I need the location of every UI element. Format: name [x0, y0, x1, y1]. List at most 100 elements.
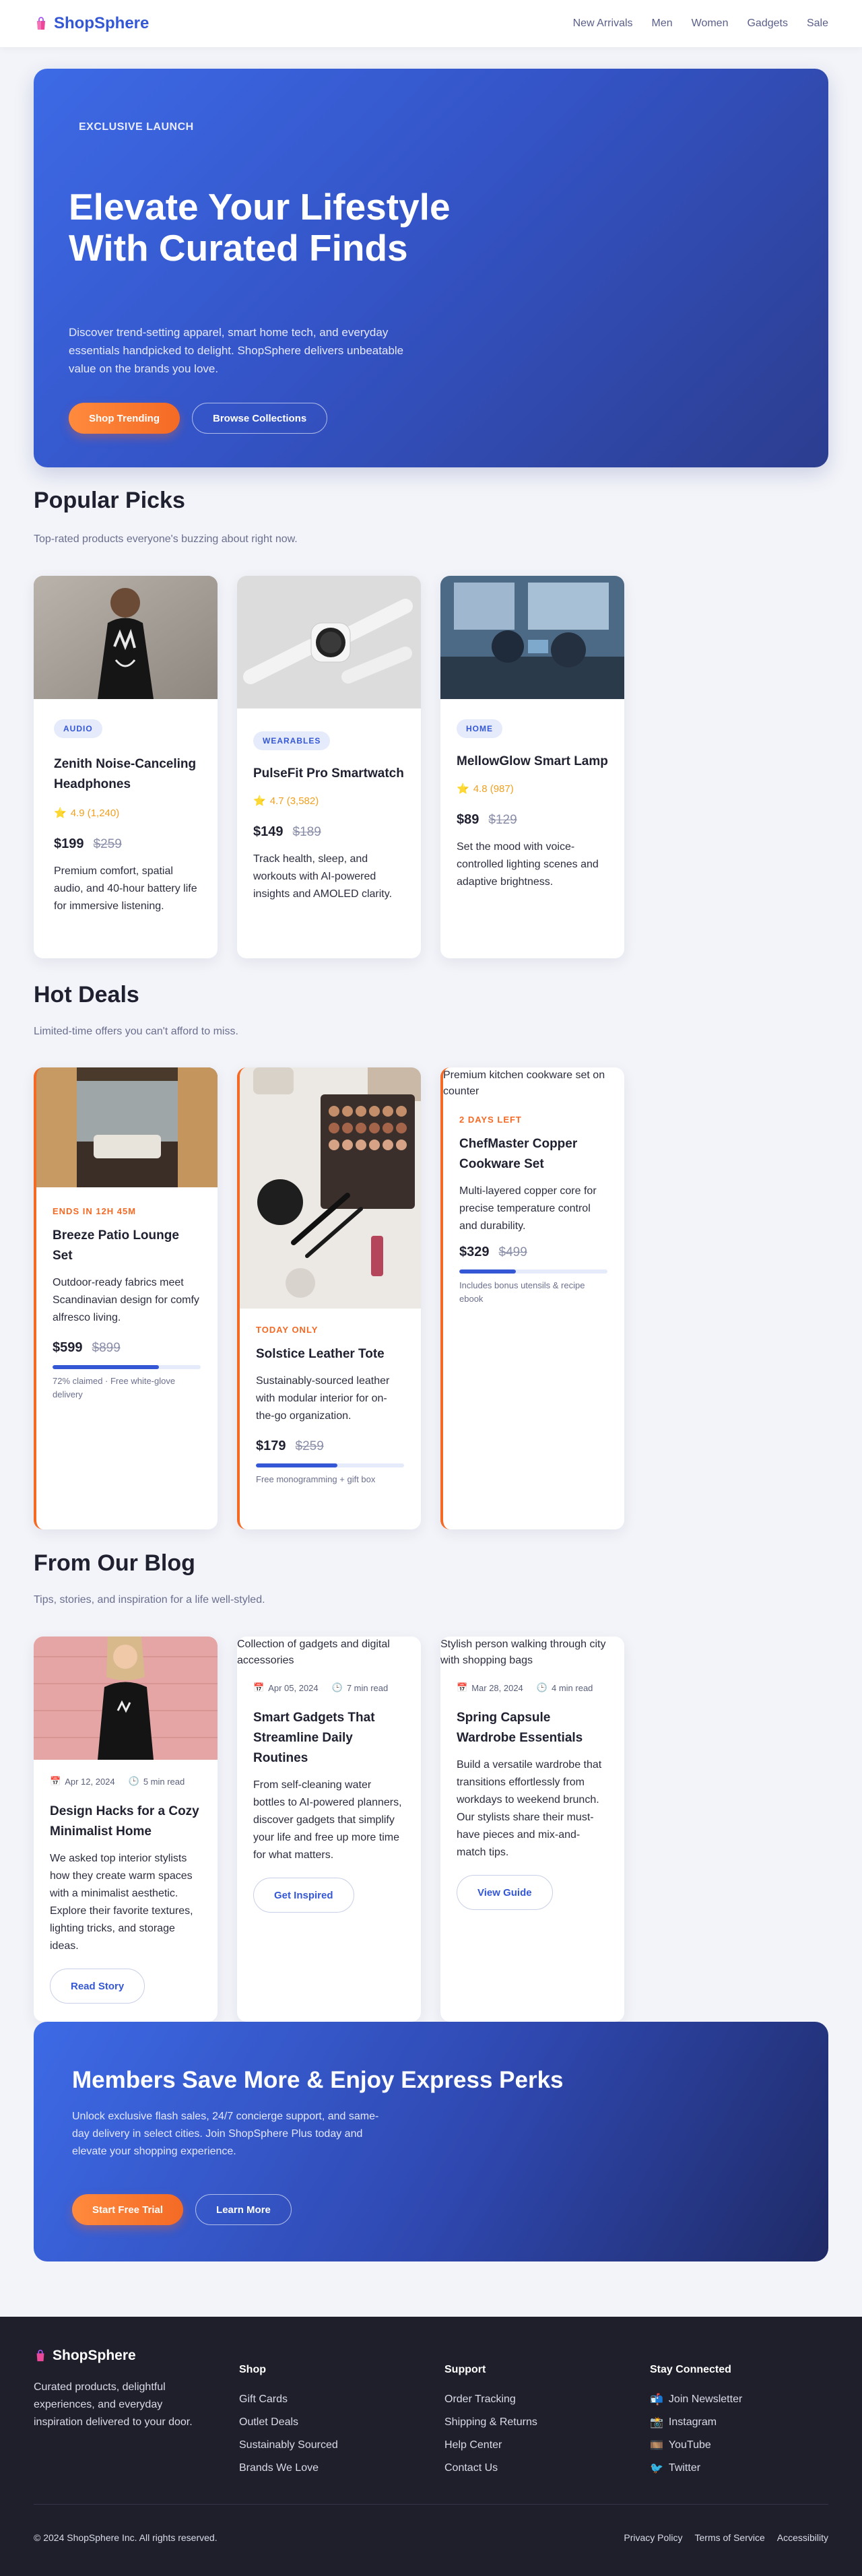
product-price: $89: [457, 812, 479, 827]
original-price: $189: [292, 825, 321, 839]
product-name[interactable]: PulseFit Pro Smartwatch: [253, 764, 405, 784]
deal-image: [240, 1067, 421, 1309]
post-title[interactable]: Design Hacks for a Cozy Minimalist Home: [50, 1802, 201, 1842]
post-title[interactable]: Spring Capsule Wardrobe Essentials: [457, 1708, 608, 1748]
product-image: [237, 576, 421, 708]
blog-card[interactable]: Collection of gadgets and digital access…: [237, 1637, 421, 2022]
footer-support-column: Support Order Tracking Shipping & Return…: [444, 2364, 537, 2480]
hero-eyebrow: EXCLUSIVE LAUNCH: [79, 121, 194, 133]
original-price: $259: [295, 1439, 324, 1453]
footer-link-help-center[interactable]: Help Center: [444, 2434, 537, 2457]
members-title: Members Save More & Enjoy Express Perks: [72, 2067, 564, 2093]
deal-card[interactable]: Premium kitchen cookware set on counter …: [440, 1067, 624, 1529]
footer-tagline: Curated products, delightful experiences…: [34, 2381, 193, 2428]
deal-name[interactable]: Solstice Leather Tote: [256, 1344, 405, 1364]
product-name[interactable]: Zenith Noise-Canceling Headphones: [54, 754, 197, 795]
deal-name[interactable]: ChefMaster Copper Cookware Set: [459, 1134, 608, 1175]
footer-link-brands[interactable]: Brands We Love: [239, 2457, 338, 2480]
start-free-trial-button[interactable]: Start Free Trial: [72, 2194, 184, 2225]
hero-banner: EXCLUSIVE LAUNCH Elevate Your Lifestyle …: [34, 69, 828, 467]
footer-link-instagram[interactable]: 📸 Instagram: [650, 2411, 742, 2434]
footer-link-label: YouTube: [668, 2439, 711, 2451]
image-alt-text: Collection of gadgets and digital access…: [237, 1639, 390, 1666]
calendar-icon: 📅: [253, 1682, 265, 1692]
product-card[interactable]: AUDIO Zenith Noise-Canceling Headphones …: [34, 576, 218, 958]
footer-link-gift-cards[interactable]: Gift Cards: [239, 2388, 338, 2411]
image-alt-text: Premium kitchen cookware set on counter: [443, 1069, 605, 1097]
newsletter-icon: 📬: [650, 2394, 663, 2406]
deal-card[interactable]: ENDS IN 12H 45M Breeze Patio Lounge Set …: [34, 1067, 218, 1529]
footer-link-newsletter[interactable]: 📬 Join Newsletter: [650, 2388, 742, 2411]
post-excerpt: From self-cleaning water bottles to AI-p…: [253, 1779, 402, 1861]
nav-women[interactable]: Women: [692, 18, 729, 30]
footer-link-shipping-returns[interactable]: Shipping & Returns: [444, 2411, 537, 2434]
product-description: Track health, sleep, and workouts with A…: [253, 853, 393, 900]
product-price: $149: [253, 824, 284, 839]
blog-image: [34, 1637, 218, 1760]
terms-of-service-link[interactable]: Terms of Service: [695, 2532, 765, 2543]
footer-link-outlet-deals[interactable]: Outlet Deals: [239, 2411, 338, 2434]
footer-brand-name: ShopSphere: [53, 2348, 136, 2363]
brand-logo[interactable]: ShopSphere: [34, 14, 149, 33]
blog-card[interactable]: Stylish person walking through city with…: [440, 1637, 624, 2022]
view-guide-button[interactable]: View Guide: [457, 1875, 553, 1910]
deal-card[interactable]: TODAY ONLY Solstice Leather Tote Sustain…: [237, 1067, 421, 1529]
deal-description: Outdoor-ready fabrics meet Scandinavian …: [53, 1277, 199, 1323]
nav-sale[interactable]: Sale: [807, 18, 828, 30]
post-meta: 📅 Apr 05, 2024 🕒 7 min read: [253, 1682, 405, 1693]
privacy-policy-link[interactable]: Privacy Policy: [624, 2532, 682, 2543]
product-rating: ⭐ 4.8 (987): [457, 783, 608, 795]
original-price: $899: [92, 1341, 121, 1355]
product-card[interactable]: HOME MellowGlow Smart Lamp ⭐ 4.8 (987) $8…: [440, 576, 624, 958]
blog-subtitle: Tips, stories, and inspiration for a lif…: [34, 1594, 265, 1606]
read-time: 7 min read: [346, 1682, 389, 1693]
blog-card[interactable]: 📅 Apr 12, 2024 🕒 5 min read Design Hacks f…: [34, 1637, 218, 2022]
post-excerpt: Build a versatile wardrobe that transiti…: [457, 1759, 602, 1858]
shop-trending-button[interactable]: Shop Trending: [69, 403, 180, 434]
deal-note: 72% claimed · Free white-glove delivery: [53, 1376, 176, 1399]
nav-men[interactable]: Men: [652, 18, 673, 30]
footer-link-label: Join Newsletter: [668, 2393, 743, 2405]
star-icon: ⭐: [253, 795, 266, 807]
deal-description: Sustainably-sourced leather with modular…: [256, 1375, 390, 1422]
read-story-button[interactable]: Read Story: [50, 1969, 145, 2004]
footer-brand[interactable]: ShopSphere: [34, 2348, 136, 2364]
product-image: [440, 576, 624, 699]
product-description: Premium comfort, spatial audio, and 40-h…: [54, 865, 197, 912]
browse-collections-button[interactable]: Browse Collections: [192, 403, 328, 434]
star-icon: ⭐: [457, 783, 469, 795]
copyright: © 2024 ShopSphere Inc. All rights reserv…: [34, 2532, 218, 2543]
deal-name[interactable]: Breeze Patio Lounge Set: [53, 1226, 201, 1266]
read-time: 5 min read: [143, 1776, 185, 1787]
original-price: $129: [488, 813, 517, 827]
category-badge: AUDIO: [54, 719, 102, 738]
footer-divider: [34, 2504, 828, 2505]
accessibility-link[interactable]: Accessibility: [777, 2532, 828, 2543]
product-name[interactable]: MellowGlow Smart Lamp: [457, 752, 608, 772]
nav-gadgets[interactable]: Gadgets: [747, 18, 787, 30]
deal-note: Includes bonus utensils & recipe ebook: [459, 1280, 585, 1304]
clock-icon: 🕒: [536, 1682, 548, 1692]
camera-icon: 📸: [650, 2417, 663, 2429]
popular-picks-subtitle: Top-rated products everyone's buzzing ab…: [34, 533, 298, 545]
deal-progress-bar: [459, 1269, 607, 1274]
product-rating: ⭐ 4.9 (1,240): [54, 807, 197, 820]
nav-new-arrivals[interactable]: New Arrivals: [573, 18, 633, 30]
footer-shop-heading: Shop: [239, 2364, 266, 2375]
footer-link-sustainably-sourced[interactable]: Sustainably Sourced: [239, 2434, 338, 2457]
calendar-icon: 📅: [457, 1682, 468, 1692]
deal-image: [36, 1067, 218, 1187]
footer-link-order-tracking[interactable]: Order Tracking: [444, 2388, 537, 2411]
get-inspired-button[interactable]: Get Inspired: [253, 1878, 354, 1913]
rating-value: 4.8 (987): [473, 783, 514, 795]
popular-picks-title: Popular Picks: [34, 488, 185, 513]
product-card[interactable]: WEARABLES PulseFit Pro Smartwatch ⭐ 4.7 (…: [237, 576, 421, 958]
footer-link-contact-us[interactable]: Contact Us: [444, 2457, 537, 2480]
footer-link-youtube[interactable]: 🎞️ YouTube: [650, 2434, 742, 2457]
deal-price: $329: [459, 1245, 490, 1259]
deal-price: $179: [256, 1439, 286, 1453]
clock-icon: 🕒: [331, 1682, 343, 1692]
post-title[interactable]: Smart Gadgets That Streamline Daily Rout…: [253, 1708, 405, 1769]
learn-more-button[interactable]: Learn More: [195, 2194, 292, 2225]
footer-link-twitter[interactable]: 🐦 Twitter: [650, 2457, 742, 2480]
